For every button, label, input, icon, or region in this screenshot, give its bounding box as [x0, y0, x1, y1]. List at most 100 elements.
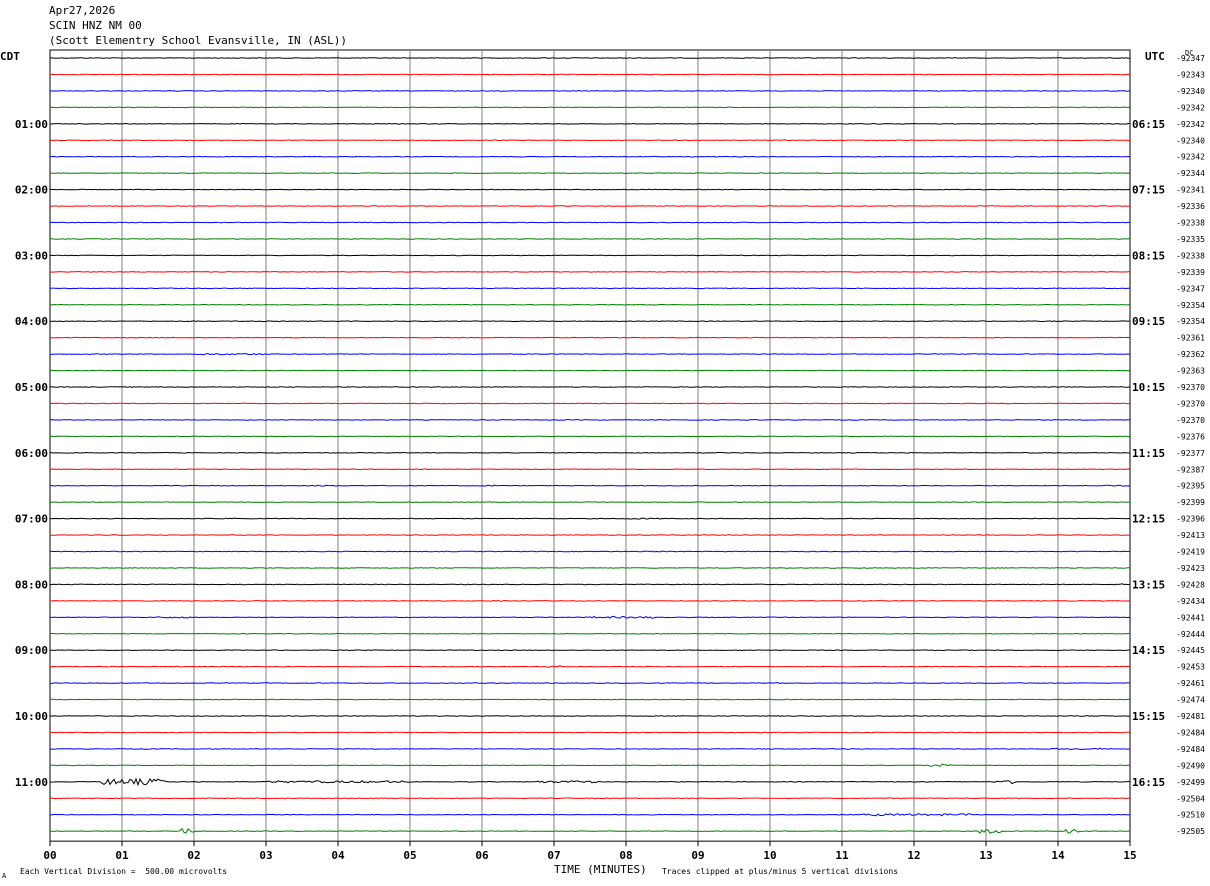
dc-offset-label: -92343	[1176, 70, 1205, 79]
plot-frame	[49, 49, 1131, 842]
utc-hour-label: 16:15	[1132, 776, 1165, 789]
dc-offset-label: -92377	[1176, 449, 1205, 458]
dc-offset-label: -92453	[1176, 663, 1205, 672]
dc-offset-label: -92370	[1176, 416, 1205, 425]
trace-line	[49, 188, 1131, 191]
trace-line	[49, 402, 1131, 405]
dc-offset-label: -92361	[1176, 334, 1205, 343]
trace-line	[49, 484, 1131, 487]
utc-hour-label: 15:15	[1132, 710, 1165, 723]
trace-line	[49, 797, 1130, 800]
dc-offset-label: -92474	[1176, 696, 1205, 705]
trace-line	[49, 747, 1131, 751]
dc-offset-label: -92338	[1176, 219, 1205, 228]
trace-line	[49, 352, 1131, 356]
trace-line	[49, 649, 1130, 652]
vertical-scale-note: Each Vertical Division = 500.00 microvol…	[20, 867, 228, 876]
trace-line	[49, 336, 1131, 339]
utc-hour-label: 11:15	[1132, 447, 1165, 460]
dc-offset-label: -92370	[1176, 399, 1205, 408]
dc-offset-label: -92340	[1176, 136, 1205, 145]
cdt-hour-label: 03:00	[15, 249, 48, 262]
dc-offset-label: -92441	[1176, 613, 1205, 622]
cdt-hour-label: 10:00	[15, 710, 48, 723]
seismogram-plot: -92347 -92343 -92340 -92342 -92342 -92340 -923…	[15, 49, 1205, 862]
dc-offset-label: -92354	[1176, 317, 1205, 326]
trace-line	[49, 451, 1131, 454]
cdt-hour-label: 01:00	[15, 118, 48, 131]
dc-offset-label: -92347	[1176, 54, 1205, 63]
dc-offset-label: -92505	[1176, 827, 1205, 836]
dc-offset-label: -92362	[1176, 350, 1205, 359]
trace-line	[49, 501, 1130, 503]
dc-offset-label: -92481	[1176, 712, 1205, 721]
x-tick-label: 11	[835, 849, 849, 862]
trace-line	[49, 419, 1131, 421]
trace-line	[49, 254, 1131, 257]
trace-line	[49, 287, 1130, 290]
x-tick-label: 03	[259, 849, 272, 862]
trace-line	[49, 57, 1131, 59]
x-tick-label: 08	[619, 849, 632, 862]
trace-line	[49, 632, 1131, 635]
dc-offset-label: -92344	[1176, 169, 1205, 178]
dc-offset-label: -92376	[1176, 432, 1205, 441]
x-tick-label: 14	[1051, 849, 1065, 862]
dc-offset-label: -92347	[1176, 284, 1205, 293]
corner-mark: A	[2, 872, 7, 880]
x-tick-label: 10	[763, 849, 776, 862]
trace-line	[49, 615, 1131, 619]
clip-note: Traces clipped at plus/minus 5 vertical …	[662, 867, 899, 876]
trace-line	[49, 271, 1131, 273]
dc-offset-label: -92428	[1176, 580, 1205, 589]
x-tick-label: 13	[979, 849, 992, 862]
dc-offset-label: -92399	[1176, 498, 1205, 507]
dc-offset-label: -92387	[1176, 465, 1205, 474]
dc-offset-label: -92395	[1176, 482, 1205, 491]
dc-offset-label: -92419	[1176, 548, 1205, 557]
x-tick-label: 06	[475, 849, 489, 862]
dc-offset-label: -92444	[1176, 630, 1205, 639]
dc-offset-label: -92461	[1176, 679, 1205, 688]
trace-line	[49, 320, 1131, 323]
trace-line	[49, 715, 1131, 717]
x-tick-label: 15	[1123, 849, 1136, 862]
dc-offset-label: -92423	[1176, 564, 1205, 573]
trace-line	[49, 698, 1130, 701]
utc-hour-label: 09:15	[1132, 315, 1165, 328]
cdt-hour-label: 11:00	[15, 776, 48, 789]
dc-offset-label: -92499	[1176, 778, 1205, 787]
dc-offset-label: -92413	[1176, 531, 1205, 540]
dc-offset-label: -92484	[1176, 728, 1205, 737]
trace-line	[49, 665, 1131, 668]
x-tick-label: 02	[187, 849, 200, 862]
trace-line	[49, 172, 1131, 174]
utc-hour-label: 12:15	[1132, 513, 1165, 526]
trace-line	[49, 303, 1131, 306]
cdt-hour-label: 09:00	[15, 644, 48, 657]
dc-offset-label: -92354	[1176, 301, 1205, 310]
trace-line	[49, 682, 1131, 685]
trace-line	[49, 517, 1131, 520]
utc-hour-label: 07:15	[1132, 184, 1165, 197]
dc-offset-label: -92342	[1176, 103, 1205, 112]
trace-line	[49, 567, 1131, 569]
x-tick-label: 12	[907, 849, 920, 862]
x-tick-label: 00	[43, 849, 56, 862]
trace-line	[49, 827, 1131, 834]
trace-line	[49, 599, 1131, 602]
trace-line	[49, 205, 1130, 207]
cdt-hour-label: 05:00	[15, 381, 48, 394]
dc-offset-label: -92339	[1176, 268, 1205, 277]
trace-line	[49, 763, 1131, 768]
cdt-hour-label: 08:00	[15, 578, 48, 591]
trace-line	[49, 435, 1131, 438]
x-axis-title: TIME (MINUTES)	[554, 863, 647, 876]
dc-offset-label: -92340	[1176, 87, 1205, 96]
utc-hour-label: 13:15	[1132, 578, 1165, 591]
x-tick-label: 05	[403, 849, 416, 862]
trace-line	[49, 122, 1131, 125]
utc-hour-label: 08:15	[1132, 249, 1165, 262]
trace-line	[49, 583, 1131, 586]
dc-offset-label: -92490	[1176, 761, 1205, 770]
